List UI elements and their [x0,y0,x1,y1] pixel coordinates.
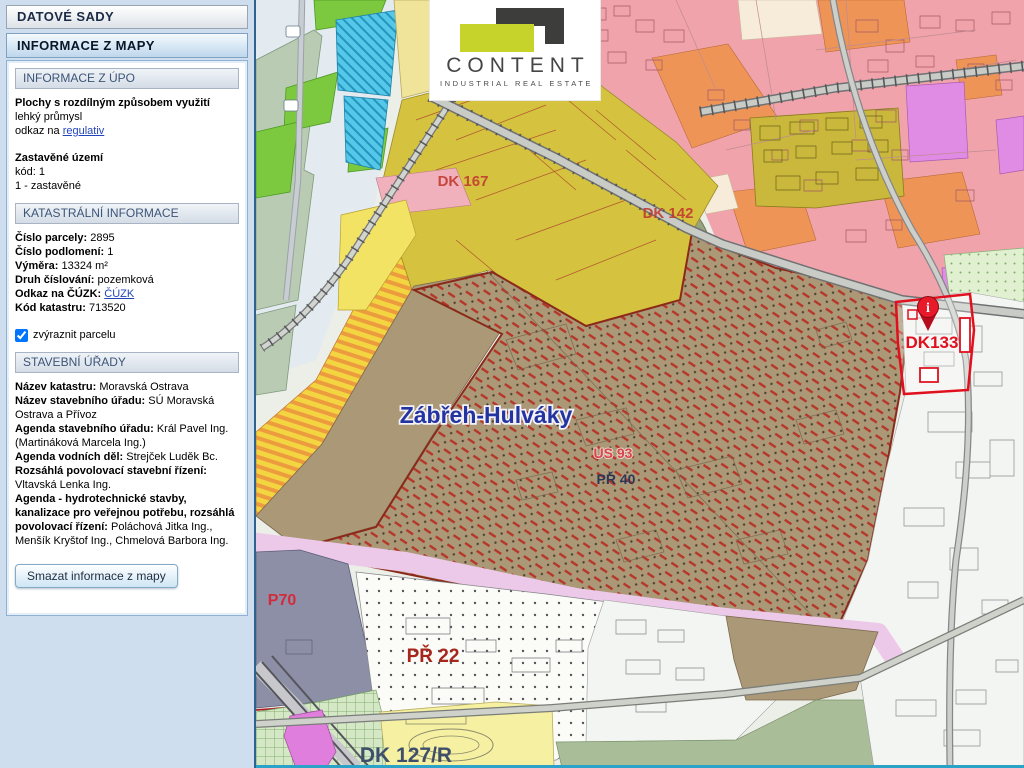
map-viewport[interactable]: DK 167 DK 142 Zábřeh-Hulváky US 93 PŘ 40… [256,0,1024,768]
katastr-row: Číslo podlomení: 1 [15,245,239,259]
katastr-row: Výměra: 13324 m² [15,259,239,273]
map-label-dk142: DK 142 [643,205,694,222]
informace-z-mapy-header[interactable]: INFORMACE Z MAPY [6,33,248,58]
map-label-pr40: PŘ 40 [597,470,636,487]
urady-row: Agenda vodních děl: Strejček Luděk Bc. [15,450,239,464]
app-window: DATOVÉ SADY INFORMACE Z MAPY INFORMACE Z… [0,0,1024,768]
section-katastr-header[interactable]: KATASTRÁLNÍ INFORMACE [15,203,239,224]
cuzk-link[interactable]: ČÚZK [104,288,134,300]
map-info-panel: INFORMACE Z ÚPO Plochy s rozdílným způso… [6,60,248,616]
upo-plochy-value: lehký průmysl [15,110,239,124]
map-label-p70: P70 [268,592,297,609]
katastr-row: Číslo parcely: 2895 [15,231,239,245]
katastr-row: Kód katastru: 713520 [15,301,239,315]
upo-odkaz-prefix: odkaz na [15,125,63,137]
logo-title: CONTENT [446,56,590,76]
urady-content: Název katastru: Moravská Ostrava Název s… [15,380,239,548]
katastr-row: Druh číslování: pozemková [15,273,239,287]
map-label-us93: US 93 [594,445,633,461]
highlight-parcel-row: zvýraznit parcelu [15,328,239,342]
logo-subtitle: INDUSTRIAL REAL ESTATE [440,79,593,88]
sidebar: DATOVÉ SADY INFORMACE Z MAPY INFORMACE Z… [0,0,256,768]
highlight-parcel-label: zvýraznit parcelu [33,328,116,342]
zastavene-label: Zastavěné území [15,151,239,165]
map-label-zabreh-hulvaky: Zábřeh-Hulváky [400,402,573,428]
zastavene-value: 1 - zastavěné [15,179,239,193]
katastr-row-cuzk: Odkaz na ČÚZK: ČÚZK [15,287,239,301]
urady-row: Agenda - hydrotechnické stavby, kanaliza… [15,492,239,548]
content-logo-icon [430,0,600,56]
logo-card: CONTENT INDUSTRIAL REAL ESTATE [430,0,600,100]
highlight-parcel-checkbox[interactable] [15,329,28,342]
katastr-content: Číslo parcely: 2895 Číslo podlomení: 1 V… [15,231,239,342]
zastavene-kod: kód: 1 [15,165,239,179]
datove-sady-header[interactable]: DATOVÉ SADY [6,5,248,29]
regulativ-link[interactable]: regulativ [63,125,105,137]
clear-map-info-button[interactable]: Smazat informace z mapy [15,564,178,588]
map-label-dk127r: DK 127/R [360,744,452,767]
upo-odkaz-line: odkaz na regulativ [15,124,239,138]
urady-row: Agenda stavebního úřadu: Král Pavel Ing.… [15,422,239,450]
map-label-dk167: DK 167 [438,173,489,190]
urady-row: Rozsáhlá povolovací stavební řízení: Vlt… [15,464,239,492]
map-label-dk133: DK133 [906,333,959,352]
datove-sady-label: DATOVÉ SADY [17,9,114,24]
informace-z-mapy-label: INFORMACE Z MAPY [17,38,155,53]
zoning-map[interactable]: DK 167 DK 142 Zábřeh-Hulváky US 93 PŘ 40… [256,0,1024,768]
section-upo-header[interactable]: INFORMACE Z ÚPO [15,68,239,89]
upo-plochy-label: Plochy s rozdílným způsobem využití [15,96,239,110]
upo-content: Plochy s rozdílným způsobem využití lehk… [15,96,239,193]
info-marker-glyph: i [926,301,930,316]
urady-row: Název stavebního úřadu: SÚ Moravská Ostr… [15,394,239,422]
urady-row: Název katastru: Moravská Ostrava [15,380,239,394]
section-urady-header[interactable]: STAVEBNÍ ÚŘADY [15,352,239,373]
map-label-pr22: PŘ 22 [407,645,460,667]
